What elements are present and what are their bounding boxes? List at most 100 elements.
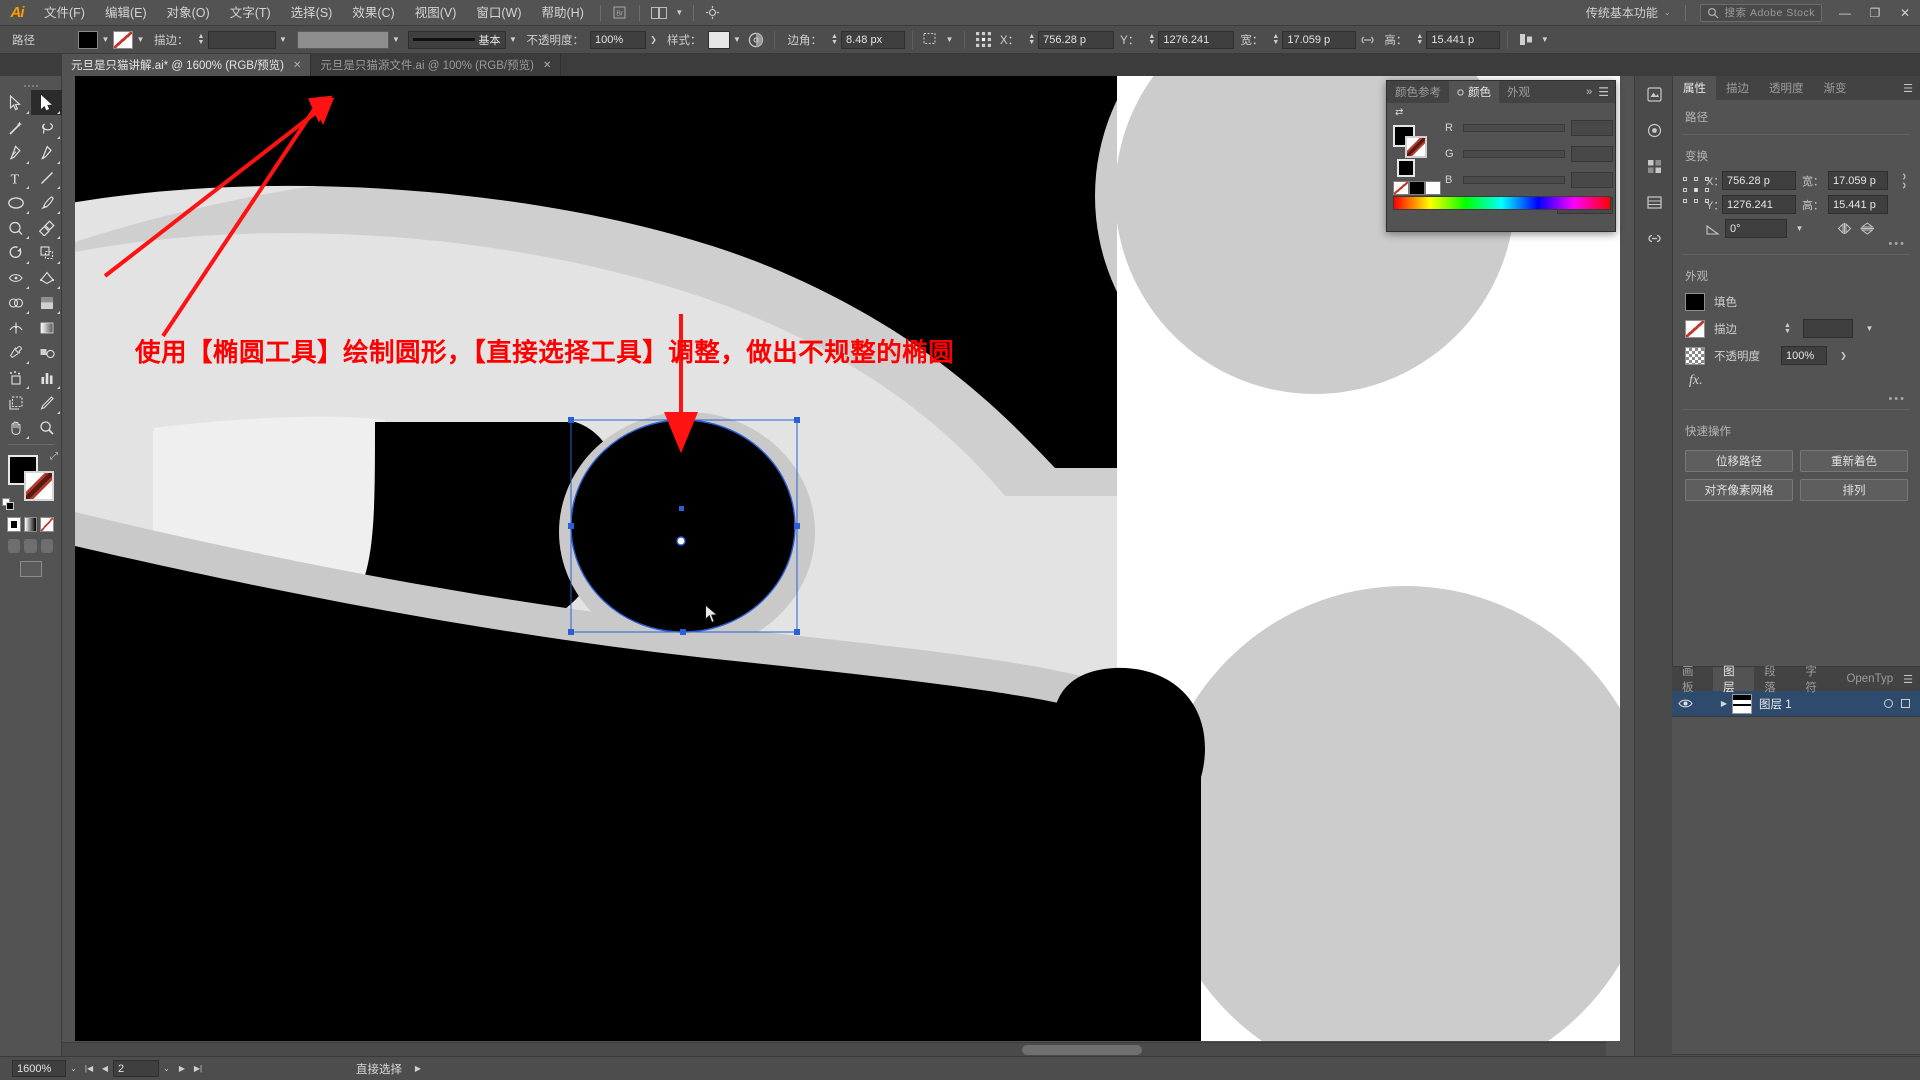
bridge-icon[interactable]: Br <box>607 2 633 24</box>
chevron-right-icon[interactable]: ▶ <box>1716 699 1732 708</box>
color-black-swatch[interactable] <box>1397 159 1415 177</box>
eyedropper-tool[interactable] <box>0 340 31 365</box>
layer-row[interactable]: ▶ 图层 1 <box>1672 691 1920 717</box>
shaper-tool[interactable] <box>0 215 31 240</box>
canvas-horizontal-scrollbar[interactable] <box>62 1042 1606 1056</box>
control-y-input[interactable]: 1276.241 <box>1158 30 1235 49</box>
transform-angle-input[interactable]: 0° <box>1725 219 1787 238</box>
appearance-opacity-expand-icon[interactable]: ❯ <box>1836 347 1851 365</box>
align-panel-icon[interactable] <box>1515 30 1537 50</box>
menu-effect[interactable]: 效果(C) <box>342 0 404 26</box>
angle-chevron-down-icon[interactable]: ▼ <box>1792 220 1807 238</box>
paintbrush-tool[interactable] <box>31 190 62 215</box>
style-chevron-down-icon[interactable]: ▼ <box>730 31 745 49</box>
draw-normal-icon[interactable] <box>8 539 21 553</box>
transform-h-input[interactable]: 15.441 p <box>1828 195 1888 214</box>
swatch-none[interactable] <box>1393 181 1409 195</box>
gradient-tool[interactable] <box>31 315 62 340</box>
tab-properties[interactable]: 属性 <box>1673 76 1716 100</box>
channel-g-input[interactable] <box>1571 146 1613 162</box>
channel-b-slider[interactable] <box>1463 176 1565 184</box>
menu-type[interactable]: 文字(T) <box>220 0 281 26</box>
transform-y-input[interactable]: 1276.241 <box>1722 195 1796 214</box>
width-profile-chevron-down-icon[interactable]: ▼ <box>389 31 404 49</box>
free-transform-tool[interactable] <box>31 265 62 290</box>
close-icon-2[interactable]: ✕ <box>543 60 551 71</box>
brush-definition[interactable]: 基本 <box>407 30 506 49</box>
control-w-stepper[interactable]: ▲ ▼ <box>1269 31 1282 49</box>
color-spectrum-ramp[interactable] <box>1393 196 1611 210</box>
horizontal-scroll-thumb[interactable] <box>1022 1045 1142 1055</box>
zoom-chevron-down-icon[interactable]: ⌄ <box>66 1060 81 1078</box>
flip-horizontal-icon[interactable] <box>1837 222 1854 235</box>
menu-window[interactable]: 窗口(W) <box>466 0 531 26</box>
properties-menu-icon[interactable]: ☰ <box>1903 76 1920 100</box>
change-screen-mode-icon[interactable] <box>19 561 42 577</box>
stroke-swatch[interactable] <box>113 30 133 49</box>
perspective-grid-tool[interactable] <box>31 290 62 315</box>
column-graph-tool[interactable] <box>31 365 62 390</box>
link-dimensions-icon[interactable] <box>1356 30 1378 50</box>
tab-character[interactable]: 字符 <box>1795 666 1836 694</box>
gradient-mode-button[interactable] <box>23 517 38 532</box>
first-artboard-button[interactable]: |◀ <box>81 1060 97 1077</box>
menu-select[interactable]: 选择(S) <box>281 0 343 26</box>
variable-width-profile[interactable] <box>296 30 389 49</box>
control-x-input[interactable]: 756.28 p <box>1038 30 1115 49</box>
window-close-button[interactable]: ✕ <box>1890 0 1920 26</box>
tab-layers[interactable]: 图层 <box>1713 666 1755 694</box>
fx-icon[interactable]: fx. <box>1685 373 1703 389</box>
stroke-weight-input[interactable] <box>207 30 276 49</box>
reference-point-icon[interactable] <box>972 30 994 50</box>
transform-panel-icon[interactable] <box>920 30 942 50</box>
blend-tool[interactable] <box>31 340 62 365</box>
menu-file[interactable]: 文件(F) <box>34 0 95 26</box>
arrange-button[interactable]: 排列 <box>1800 479 1908 501</box>
transform-chevron-down-icon[interactable]: ▼ <box>942 31 957 49</box>
tab-stroke[interactable]: 描边 <box>1716 76 1759 100</box>
menu-view[interactable]: 视图(V) <box>405 0 467 26</box>
stroke-chevron-down-icon[interactable]: ▼ <box>133 31 148 49</box>
none-mode-button[interactable] <box>40 517 55 532</box>
corner-stepper[interactable]: ▲ ▼ <box>828 31 841 49</box>
draw-behind-icon[interactable] <box>24 539 37 553</box>
tab-color-guide[interactable]: 颜色参考 <box>1387 81 1449 103</box>
previous-artboard-button[interactable]: ◀ <box>97 1060 113 1077</box>
tab-artboards[interactable]: 画板 <box>1672 666 1713 694</box>
layer-name[interactable]: 图层 1 <box>1759 696 1884 712</box>
color-swap-arrow-icon[interactable]: ⇄ <box>1395 107 1403 118</box>
arrange-documents-icon[interactable] <box>646 2 672 24</box>
swatch-white[interactable] <box>1425 181 1441 195</box>
fill-chevron-down-icon[interactable]: ▼ <box>98 31 113 49</box>
line-segment-tool[interactable] <box>31 165 62 190</box>
workspace-name[interactable]: 传统基本功能 <box>1580 4 1664 21</box>
stroke-weight-chevron-down-icon[interactable]: ▼ <box>276 31 291 49</box>
stroke-weight-stepper[interactable]: ▲ ▼ <box>195 31 208 49</box>
opacity-input[interactable]: 100% <box>590 30 646 49</box>
rectangle-tool[interactable] <box>31 215 62 240</box>
symbols-icon[interactable] <box>1635 148 1673 184</box>
appearance-stroke-swatch[interactable] <box>1685 319 1705 338</box>
fill-swatch[interactable] <box>78 30 98 49</box>
control-h-stepper[interactable]: ▲ ▼ <box>1413 31 1426 49</box>
recolor-button[interactable]: 重新着色 <box>1800 450 1908 472</box>
tab-paragraph[interactable]: 段落 <box>1754 666 1795 694</box>
close-icon[interactable]: ✕ <box>293 60 301 71</box>
window-maximize-button[interactable]: ❐ <box>1860 0 1890 26</box>
pen-tool[interactable] <box>0 140 31 165</box>
appearance-opacity-swatch[interactable] <box>1685 346 1705 365</box>
swatch-black[interactable] <box>1409 181 1425 195</box>
direct-selection-tool[interactable] <box>31 90 62 115</box>
appearance-opacity-input[interactable]: 100% <box>1781 346 1827 365</box>
channel-r-slider[interactable] <box>1463 124 1565 132</box>
toolbar-grip[interactable] <box>0 82 61 90</box>
transform-w-input[interactable]: 17.059 p <box>1828 171 1888 190</box>
color-mode-button[interactable] <box>7 517 21 532</box>
constrain-proportions-icon[interactable] <box>1896 171 1910 191</box>
control-h-input[interactable]: 15.441 p <box>1426 30 1501 49</box>
tab-color[interactable]: 颜色 <box>1449 81 1499 103</box>
transform-x-input[interactable]: 756.28 p <box>1722 171 1796 190</box>
zoom-level-input[interactable]: 1600% <box>12 1060 66 1077</box>
magic-wand-tool[interactable] <box>0 115 31 140</box>
offset-path-button[interactable]: 位移路径 <box>1685 450 1793 472</box>
